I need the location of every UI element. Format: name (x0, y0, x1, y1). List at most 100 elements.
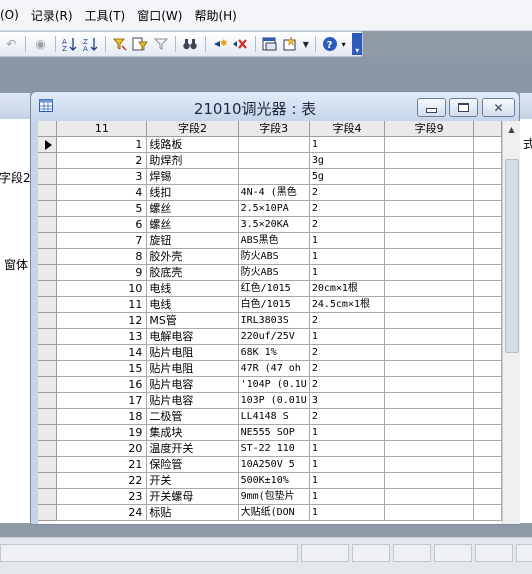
cell-field4[interactable]: 2 (309, 216, 386, 233)
cell-field9[interactable] (384, 472, 474, 489)
cell-field9[interactable] (384, 360, 474, 377)
cell-field4[interactable]: 2 (309, 312, 386, 329)
cell-empty[interactable] (473, 392, 502, 409)
cell-field9[interactable] (384, 392, 474, 409)
cell-field3[interactable]: NE555 SOP (238, 424, 310, 441)
cell-field9[interactable] (384, 248, 474, 265)
toolbar-options-button[interactable]: ▾ (352, 33, 363, 55)
cell-field3[interactable]: 防火ABS (238, 248, 310, 265)
cell-field3[interactable] (238, 152, 310, 169)
cell-field3[interactable]: 大贴纸(DON (238, 504, 310, 521)
record-selector[interactable] (38, 392, 58, 409)
cell-field4[interactable]: 1 (309, 328, 386, 345)
record-selector[interactable] (38, 312, 58, 329)
cell-field2[interactable]: 开关 (146, 472, 239, 489)
table-row[interactable]: 1 线路板 1 (38, 136, 502, 153)
cell-id[interactable]: 8 (56, 248, 148, 265)
table-row[interactable]: 20 温度开关 ST-22 110 1 (38, 440, 502, 457)
cell-empty[interactable] (473, 136, 502, 153)
table-row[interactable]: 24 标贴 大贴纸(DON 1 (38, 504, 502, 521)
cell-field2[interactable]: 标贴 (146, 504, 239, 521)
cell-field3[interactable]: 220uf/25V (238, 328, 310, 345)
record-selector[interactable] (38, 248, 58, 265)
cell-field4[interactable]: 1 (309, 424, 386, 441)
record-selector[interactable] (38, 280, 58, 297)
record-selector[interactable] (38, 264, 58, 281)
table-row[interactable]: 15 贴片电阻 47R (47 oh 2 (38, 360, 502, 377)
apply-filter-icon[interactable] (152, 35, 170, 54)
cell-field3[interactable]: '104P (0.1U (238, 376, 310, 393)
cell-field3[interactable]: ST-22 110 (238, 440, 310, 457)
cell-field3[interactable]: 103P (0.01U (238, 392, 310, 409)
cell-field9[interactable] (384, 200, 474, 217)
filter-by-selection-icon[interactable] (111, 35, 129, 54)
cell-id[interactable]: 22 (56, 472, 148, 489)
cell-field4[interactable]: 2 (309, 360, 386, 377)
find-icon[interactable] (181, 35, 199, 54)
record-selector[interactable] (38, 296, 58, 313)
select-all-corner[interactable] (38, 121, 58, 137)
cell-field9[interactable] (384, 136, 474, 153)
cell-field4[interactable]: 1 (309, 504, 386, 521)
table-row[interactable]: 5 螺丝 2.5×10PA 2 (38, 200, 502, 217)
close-button[interactable]: ✕ (482, 98, 515, 117)
record-selector[interactable] (38, 216, 58, 233)
cell-empty[interactable] (473, 264, 502, 281)
table-row[interactable]: 3 焊锡 5g (38, 168, 502, 185)
cell-id[interactable]: 18 (56, 408, 148, 425)
record-selector[interactable] (38, 472, 58, 489)
cell-field4[interactable]: 3g (309, 152, 386, 169)
cell-field2[interactable]: 助焊剂 (146, 152, 239, 169)
table-row[interactable]: 12 MS管 IRL3803S 2 (38, 312, 502, 329)
new-object-icon[interactable] (281, 35, 299, 54)
cell-id[interactable]: 12 (56, 312, 148, 329)
cell-field4[interactable]: 2 (309, 344, 386, 361)
cell-empty[interactable] (473, 456, 502, 473)
cell-field9[interactable] (384, 216, 474, 233)
cell-field2[interactable]: 贴片电容 (146, 392, 239, 409)
table-row[interactable]: 13 电解电容 220uf/25V 1 (38, 328, 502, 345)
cell-id[interactable]: 11 (56, 296, 148, 313)
cell-field4[interactable]: 2 (309, 376, 386, 393)
vertical-scrollbar[interactable]: ▲ (502, 121, 520, 524)
cell-field2[interactable]: 保险管 (146, 456, 239, 473)
cell-empty[interactable] (473, 312, 502, 329)
cell-field4[interactable]: 2 (309, 200, 386, 217)
cell-field3[interactable]: 防火ABS (238, 264, 310, 281)
cell-field9[interactable] (384, 344, 474, 361)
record-selector[interactable] (38, 200, 58, 217)
cell-field4[interactable]: 20cm×1根 (309, 280, 386, 297)
cell-field4[interactable]: 1 (309, 232, 386, 249)
cell-empty[interactable] (473, 152, 502, 169)
cell-field2[interactable]: 螺丝 (146, 216, 239, 233)
cell-field3[interactable]: IRL3803S (238, 312, 310, 329)
cell-id[interactable]: 13 (56, 328, 148, 345)
table-row[interactable]: 17 贴片电容 103P (0.01U 3 (38, 392, 502, 409)
menu-format[interactable]: (O) (0, 8, 25, 22)
menu-records[interactable]: 记录(R) (25, 7, 79, 24)
record-selector[interactable] (38, 504, 58, 521)
table-row[interactable]: 2 助焊剂 3g (38, 152, 502, 169)
cell-field3[interactable] (238, 136, 310, 153)
undo-icon[interactable]: ↶ (2, 35, 20, 54)
table-row[interactable]: 11 电线 白色/1015 24.5cm×1根 (38, 296, 502, 313)
cell-id[interactable]: 14 (56, 344, 148, 361)
table-row[interactable]: 21 保险管 10A250V 51 (38, 456, 502, 473)
cell-field9[interactable] (384, 376, 474, 393)
cell-field9[interactable] (384, 312, 474, 329)
cell-field9[interactable] (384, 232, 474, 249)
cell-field2[interactable]: 温度开关 (146, 440, 239, 457)
record-selector[interactable] (38, 440, 58, 457)
cell-empty[interactable] (473, 360, 502, 377)
cell-field2[interactable]: 线扣 (146, 184, 239, 201)
table-row[interactable]: 18 二极管 LL4148 S2 (38, 408, 502, 425)
cell-field3[interactable]: 3.5×20KA (238, 216, 310, 233)
cell-id[interactable]: 16 (56, 376, 148, 393)
cell-empty[interactable] (473, 200, 502, 217)
cell-empty[interactable] (473, 424, 502, 441)
cell-id[interactable]: 7 (56, 232, 148, 249)
cell-id[interactable]: 21 (56, 456, 148, 473)
cell-id[interactable]: 20 (56, 440, 148, 457)
record-selector[interactable] (38, 136, 58, 153)
cell-empty[interactable] (473, 248, 502, 265)
